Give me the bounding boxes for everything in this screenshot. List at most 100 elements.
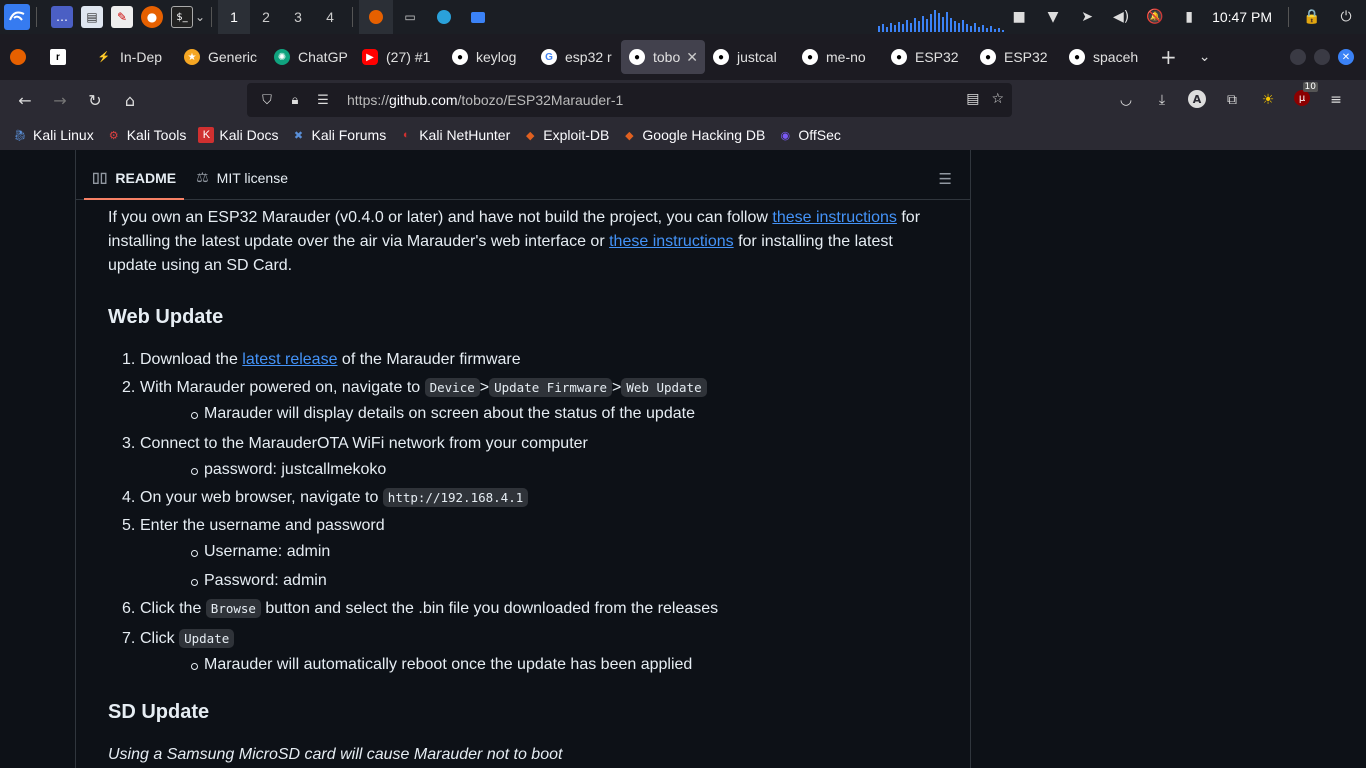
forward-arrow-icon[interactable]: → bbox=[50, 90, 70, 110]
these-instructions-link-2[interactable]: these instructions bbox=[609, 233, 734, 250]
address-bar[interactable]: ⛉ 🔒︎ ☰ https://github.com/tobozo/ESP32Ma… bbox=[247, 83, 1012, 117]
volume-icon[interactable]: ◀) bbox=[1111, 7, 1131, 27]
account-avatar[interactable]: A bbox=[1188, 90, 1206, 108]
bookmark-offsec[interactable]: ◉ OffSec bbox=[777, 127, 841, 143]
dark-reader-icon[interactable]: ☀ bbox=[1258, 90, 1278, 110]
kali-forums-icon: ✖ bbox=[293, 129, 304, 142]
chevron-down-icon[interactable]: ⌄ bbox=[195, 6, 205, 28]
tab-in-depth[interactable]: ⚡ In-Dep bbox=[88, 40, 176, 74]
tab-esp32-search[interactable]: Gesp32 r bbox=[533, 40, 621, 74]
firefox-icon[interactable]: ● bbox=[141, 6, 163, 28]
book-icon: ▯▯ bbox=[92, 169, 108, 185]
close-window-button[interactable]: ✕ bbox=[1338, 49, 1354, 65]
bookmark-exploit-db[interactable]: ◆ Exploit-DB bbox=[522, 127, 609, 143]
bookmark-star-icon[interactable]: ☆ bbox=[991, 91, 1004, 107]
new-tab-button[interactable]: + bbox=[1160, 45, 1177, 69]
tab-esp32-b[interactable]: ● ESP32 bbox=[972, 40, 1061, 74]
web-update-heading: Web Update bbox=[108, 306, 224, 328]
tab-esp32-a[interactable]: ● ESP32 bbox=[883, 40, 972, 74]
tab-justcall[interactable]: ● justcal bbox=[705, 40, 794, 74]
close-tab-icon[interactable]: ✕ bbox=[686, 49, 698, 66]
firefox-icon bbox=[10, 49, 26, 65]
outline-list-icon[interactable]: ☰ bbox=[939, 170, 952, 188]
back-arrow-icon[interactable]: ← bbox=[15, 90, 35, 110]
wifi-icon[interactable]: ▼ bbox=[1043, 7, 1063, 27]
ublock-icon[interactable]: μ 10 bbox=[1294, 82, 1318, 106]
list-all-tabs-icon[interactable]: ⌄ bbox=[1199, 49, 1211, 65]
tab-spacehuhn[interactable]: ● spaceh bbox=[1061, 40, 1148, 74]
bookmark-kali-forums[interactable]: ✖ Kali Forums bbox=[291, 127, 386, 143]
lock-icon[interactable]: 🔒 bbox=[1302, 7, 1322, 27]
tab-license[interactable]: ⚖ MIT license bbox=[196, 169, 288, 186]
list-item: 3. Connect to the MarauderOTA WiFi networ… bbox=[108, 432, 938, 482]
github-icon: ● bbox=[980, 49, 996, 65]
latest-release-link[interactable]: latest release bbox=[242, 351, 337, 368]
firefox-window-button[interactable] bbox=[359, 0, 393, 34]
reader-view-icon[interactable]: ▤ bbox=[966, 91, 979, 107]
lock-icon[interactable]: 🔒︎ bbox=[287, 92, 303, 108]
desktop-icon[interactable]: … bbox=[51, 6, 73, 28]
notifications-muted-icon[interactable]: 🔕 bbox=[1145, 7, 1165, 27]
battery-icon[interactable]: ▮ bbox=[1179, 7, 1199, 27]
ghdb-icon: ◆ bbox=[625, 129, 634, 142]
app-icon: r bbox=[50, 49, 66, 65]
bookmark-kali-docs[interactable]: K Kali Docs bbox=[198, 127, 279, 143]
workspace-1[interactable]: 1 bbox=[218, 0, 250, 34]
tab-keylogger[interactable]: ● keylog bbox=[444, 40, 533, 74]
scale-icon: ⚖ bbox=[196, 169, 209, 185]
sd-update-heading: SD Update bbox=[108, 701, 210, 723]
url-text[interactable]: https://github.com/tobozo/ESP32Marauder-… bbox=[347, 92, 623, 108]
these-instructions-link-1[interactable]: these instructions bbox=[772, 209, 897, 226]
intro-paragraph: If you own an ESP32 Marauder (v0.4.0 or … bbox=[108, 209, 921, 274]
workspace-2[interactable]: 2 bbox=[250, 0, 282, 34]
kali-menu-icon[interactable] bbox=[4, 4, 30, 30]
shield-icon[interactable]: ⛉ bbox=[259, 92, 275, 108]
home-icon[interactable]: ⌂ bbox=[120, 90, 140, 110]
bookmark-kali-tools[interactable]: ⚙ Kali Tools bbox=[106, 127, 187, 143]
extensions-icon[interactable]: ⧉ bbox=[1222, 90, 1242, 110]
firefox-view-tab[interactable] bbox=[0, 40, 36, 74]
chatgpt-icon: ✺ bbox=[274, 49, 290, 65]
maximize-window-button[interactable] bbox=[1314, 49, 1330, 65]
bookmark-kali-nethunter[interactable]: ◐ Kali NetHunter bbox=[398, 127, 510, 143]
minimize-window-button[interactable] bbox=[1290, 49, 1306, 65]
folder-window-button[interactable] bbox=[461, 0, 495, 34]
reload-icon[interactable]: ↻ bbox=[85, 90, 105, 110]
power-icon[interactable]: ⏻ bbox=[1336, 7, 1356, 27]
pinned-tab[interactable]: r bbox=[36, 40, 88, 74]
tab-tobozo-active[interactable]: ● tobo ✕ bbox=[621, 40, 705, 74]
bookmark-kali-linux[interactable]: 🐉︎ Kali Linux bbox=[12, 127, 94, 143]
bookmark-google-hacking-db[interactable]: ◆ Google Hacking DB bbox=[621, 127, 765, 143]
terminal-icon[interactable]: $_ bbox=[171, 6, 193, 28]
clock[interactable]: 10:47 PM bbox=[1212, 9, 1272, 25]
inline-code: Device bbox=[424, 378, 480, 397]
taskbar: … ▤ ✎ ● $_ ⌄ 1 2 3 4 ▭ ■ ▼ ➤ ◀) 🔕 ▮ 10:4… bbox=[0, 0, 1366, 34]
tab-youtube[interactable]: ▶ (27) #1 bbox=[354, 40, 444, 74]
github-icon: ● bbox=[891, 49, 907, 65]
file-manager-icon[interactable]: ▤ bbox=[81, 6, 103, 28]
browser-tab-strip: r ⚡ In-Dep ★ Generic ✺ ChatGP ▶ (27) #1 ● key… bbox=[0, 34, 1366, 80]
downloads-icon[interactable]: ⤓ bbox=[1152, 90, 1172, 110]
github-icon: ● bbox=[629, 49, 645, 65]
pocket-icon[interactable]: ◡ bbox=[1116, 90, 1136, 110]
sub-list-item: Marauder will automatically reboot once … bbox=[140, 653, 938, 677]
telegram-tray-icon[interactable]: ➤ bbox=[1077, 7, 1097, 27]
list-item: 1. Download the latest release of the Mar… bbox=[122, 351, 521, 368]
tab-chatgpt[interactable]: ✺ ChatGP bbox=[266, 40, 354, 74]
screenshot-window-button[interactable]: ▭ bbox=[393, 0, 427, 34]
audio-visualizer bbox=[878, 10, 1004, 32]
readme-header: ▯▯ README ⚖ MIT license ☰ bbox=[76, 156, 970, 200]
web-update-steps: 1. Download the latest release of the Mar… bbox=[108, 348, 938, 677]
taskbar-separator bbox=[211, 7, 212, 27]
menu-icon[interactable]: ≡ bbox=[1326, 90, 1346, 110]
tab-readme[interactable]: ▯▯ README bbox=[92, 169, 176, 186]
workspace-3[interactable]: 3 bbox=[282, 0, 314, 34]
inline-code: Web Update bbox=[621, 378, 707, 397]
permissions-icon[interactable]: ☰ bbox=[315, 92, 331, 108]
text-editor-icon[interactable]: ✎ bbox=[111, 6, 133, 28]
telegram-window-button[interactable] bbox=[427, 0, 461, 34]
screen-recorder-icon[interactable]: ■ bbox=[1009, 7, 1029, 27]
tab-generic[interactable]: ★ Generic bbox=[176, 40, 266, 74]
workspace-4[interactable]: 4 bbox=[314, 0, 346, 34]
tab-me-no[interactable]: ● me-no bbox=[794, 40, 883, 74]
